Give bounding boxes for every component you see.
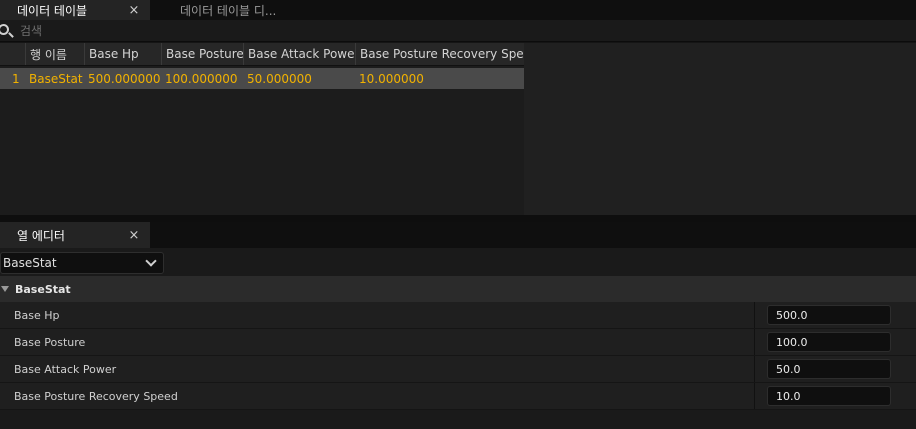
property-label: Base Hp — [0, 302, 755, 328]
tab-label: 열 에디터 — [17, 228, 65, 243]
base-attack-power-cell: 50.000000 — [247, 71, 312, 86]
property-row-base-posture: Base Posture — [0, 329, 916, 356]
search-icon — [0, 23, 16, 39]
expand-arrow-icon[interactable] — [1, 286, 9, 292]
category-label: BaseStat — [15, 282, 71, 296]
property-label: Base Posture — [0, 329, 755, 355]
column-header-base-posture-recovery-speed[interactable]: Base Posture Recovery Speed — [355, 43, 524, 65]
property-label: Base Attack Power — [0, 356, 755, 382]
base-posture-recovery-speed-field[interactable] — [767, 386, 891, 406]
property-row-base-hp: Base Hp — [0, 302, 916, 329]
base-posture-cell: 100.000000 — [165, 71, 238, 86]
close-icon[interactable]: × — [124, 3, 144, 18]
base-hp-field[interactable] — [767, 305, 891, 325]
close-icon[interactable]: × — [124, 228, 144, 243]
property-list: Base Hp Base Posture Base Attack Power B… — [0, 302, 916, 410]
base-posture-field[interactable] — [767, 332, 891, 352]
base-attack-power-field[interactable] — [767, 359, 891, 379]
property-label: Base Posture Recovery Speed — [0, 383, 755, 409]
table-row[interactable]: 1 BaseStat 500.000000 100.000000 50.0000… — [0, 68, 524, 89]
row-name-cell: BaseStat — [29, 71, 83, 86]
panel-splitter[interactable] — [0, 215, 916, 222]
column-header-base-posture[interactable]: Base Posture — [161, 43, 243, 65]
column-header-base-attack-power[interactable]: Base Attack Power — [243, 43, 355, 65]
property-row-base-posture-recovery-speed: Base Posture Recovery Speed — [0, 383, 916, 410]
column-header-row-name[interactable]: 행 이름 — [25, 43, 84, 65]
search-input[interactable] — [20, 23, 320, 38]
document-tab-bar: 데이터 테이블 × 데이터 테이블 디... — [0, 0, 916, 20]
base-hp-cell: 500.000000 — [88, 71, 161, 86]
row-select-dropdown[interactable]: BaseStat — [0, 252, 164, 274]
tab-label: 데이터 테이블 디... — [180, 3, 277, 18]
data-table: 행 이름 Base Hp Base Posture Base Attack Po… — [0, 43, 524, 215]
chevron-down-icon — [145, 255, 157, 267]
column-editor-panel: BaseStat BaseStat Base Hp Base Posture B… — [0, 248, 916, 429]
tab-label: 데이터 테이블 — [17, 3, 88, 18]
category-header[interactable]: BaseStat — [0, 276, 916, 302]
empty-panel — [524, 43, 916, 215]
search-bar — [0, 20, 916, 42]
property-row-base-attack-power: Base Attack Power — [0, 356, 916, 383]
base-posture-recovery-speed-cell: 10.000000 — [359, 71, 424, 86]
tab-data-table[interactable]: 데이터 테이블 × — [0, 0, 150, 20]
row-index: 1 — [12, 71, 20, 86]
column-header-index[interactable] — [0, 43, 25, 65]
column-header-base-hp[interactable]: Base Hp — [84, 43, 161, 65]
tab-column-editor[interactable]: 열 에디터 × — [0, 222, 150, 248]
tab-data-table-2[interactable]: 데이터 테이블 디... — [163, 0, 363, 20]
column-editor-tab-bar: 열 에디터 × — [0, 222, 916, 248]
row-select-value: BaseStat — [3, 256, 57, 270]
table-header: 행 이름 Base Hp Base Posture Base Attack Po… — [0, 43, 524, 66]
